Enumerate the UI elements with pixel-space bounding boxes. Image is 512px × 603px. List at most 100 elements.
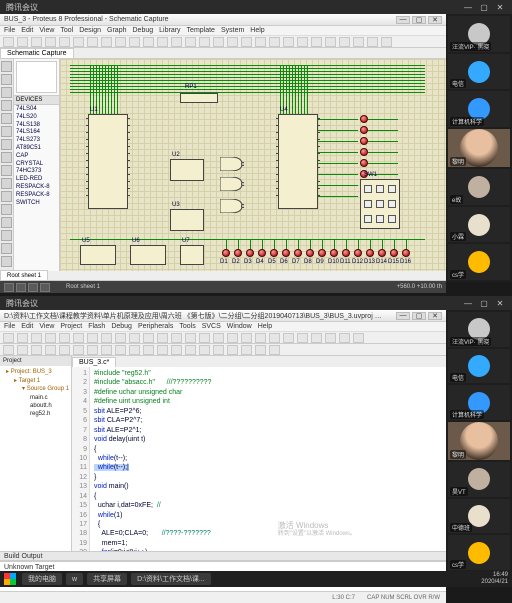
menu-design[interactable]: Design bbox=[79, 27, 101, 34]
device-item[interactable]: 74HC373 bbox=[16, 168, 57, 176]
mode-button[interactable] bbox=[1, 152, 12, 163]
toolbar-button[interactable] bbox=[31, 333, 42, 343]
toolbar-button[interactable] bbox=[367, 37, 378, 47]
toolbar-button[interactable] bbox=[227, 333, 238, 343]
tab-root-sheet[interactable]: Root sheet 1 bbox=[0, 270, 48, 280]
menu-project[interactable]: Project bbox=[60, 323, 82, 330]
toolbar-button[interactable] bbox=[143, 37, 154, 47]
mode-button[interactable] bbox=[1, 230, 12, 241]
participant-tile[interactable]: 汪流VIP· 黑晓 bbox=[448, 312, 510, 347]
schematic-canvas[interactable]: U1U4RP1U2U3U5U6U7SW1D1D2D3D4D5D6D7D8D9D1… bbox=[60, 59, 446, 271]
toolbar-button[interactable] bbox=[199, 345, 210, 355]
toolbar-button[interactable] bbox=[157, 345, 168, 355]
sim-pause-button[interactable] bbox=[28, 283, 38, 292]
menu-file[interactable]: File bbox=[4, 27, 15, 34]
device-item[interactable]: RESPACK-8 bbox=[16, 192, 57, 200]
toolbar-button[interactable] bbox=[171, 345, 182, 355]
menu-help[interactable]: Help bbox=[258, 323, 272, 330]
toolbar-button[interactable] bbox=[115, 345, 126, 355]
sim-step-button[interactable] bbox=[16, 283, 26, 292]
device-item[interactable]: 74LS138 bbox=[16, 122, 57, 130]
toolbar-button[interactable] bbox=[31, 345, 42, 355]
maximize-button[interactable]: ▢ bbox=[412, 312, 426, 320]
participant-tile[interactable]: 黎明 bbox=[448, 129, 510, 167]
toolbar-button[interactable] bbox=[73, 37, 84, 47]
proteus-toolbar[interactable] bbox=[0, 36, 446, 48]
uvision-toolbar-1[interactable] bbox=[0, 332, 446, 344]
menu-edit[interactable]: Edit bbox=[21, 323, 33, 330]
device-item[interactable]: 74LS20 bbox=[16, 114, 57, 122]
proteus-menubar[interactable]: FileEditViewToolDesignGraphDebugLibraryT… bbox=[0, 26, 446, 36]
mode-button[interactable] bbox=[1, 139, 12, 150]
toolbar-button[interactable] bbox=[17, 333, 28, 343]
toolbar-button[interactable] bbox=[227, 37, 238, 47]
menu-window[interactable]: Window bbox=[227, 323, 252, 330]
mode-button[interactable] bbox=[1, 243, 12, 254]
participant-tile[interactable]: 计算机科学 bbox=[448, 385, 510, 420]
sim-play-button[interactable] bbox=[4, 283, 14, 292]
toolbar-button[interactable] bbox=[45, 345, 56, 355]
menu-help[interactable]: Help bbox=[250, 27, 264, 34]
toolbar-button[interactable] bbox=[31, 37, 42, 47]
start-button[interactable] bbox=[4, 573, 16, 585]
toolbar-button[interactable] bbox=[199, 333, 210, 343]
toolbar-button[interactable] bbox=[185, 37, 196, 47]
tree-group[interactable]: ▾ Source Group 1 bbox=[2, 385, 69, 393]
toolbar-button[interactable] bbox=[3, 345, 14, 355]
toolbar-button[interactable] bbox=[269, 333, 280, 343]
toolbar-button[interactable] bbox=[171, 333, 182, 343]
toolbar-button[interactable] bbox=[269, 345, 280, 355]
minimize-button[interactable]: — bbox=[462, 298, 474, 308]
toolbar-button[interactable] bbox=[297, 333, 308, 343]
toolbar-button[interactable] bbox=[199, 37, 210, 47]
windows-taskbar[interactable]: 我的电脑w共享屏幕D:\资料\工作文档\课... 16:492020/4/21 bbox=[0, 571, 512, 587]
device-item[interactable]: 74LS164 bbox=[16, 129, 57, 137]
uvision-menubar[interactable]: FileEditViewProjectFlashDebugPeripherals… bbox=[0, 322, 446, 332]
toolbar-button[interactable] bbox=[227, 345, 238, 355]
tree-file[interactable]: aboutt.h bbox=[2, 402, 69, 410]
toolbar-button[interactable] bbox=[59, 37, 70, 47]
menu-graph[interactable]: Graph bbox=[107, 27, 126, 34]
mode-button[interactable] bbox=[1, 217, 12, 228]
toolbar-button[interactable] bbox=[101, 345, 112, 355]
toolbar-button[interactable] bbox=[241, 345, 252, 355]
toolbar-button[interactable] bbox=[283, 333, 294, 343]
toolbar-button[interactable] bbox=[241, 37, 252, 47]
toolbar-button[interactable] bbox=[157, 37, 168, 47]
toolbar-button[interactable] bbox=[213, 37, 224, 47]
mode-button[interactable] bbox=[1, 74, 12, 85]
toolbar-button[interactable] bbox=[353, 333, 364, 343]
menu-peripherals[interactable]: Peripherals bbox=[138, 323, 173, 330]
toolbar-button[interactable] bbox=[73, 333, 84, 343]
toolbar-button[interactable] bbox=[143, 345, 154, 355]
tree-target[interactable]: ▸ Target 1 bbox=[2, 377, 69, 385]
menu-file[interactable]: File bbox=[4, 323, 15, 330]
toolbar-button[interactable] bbox=[115, 37, 126, 47]
device-item[interactable]: RESPACK-8 bbox=[16, 184, 57, 192]
participant-tile[interactable]: 昊VT bbox=[448, 462, 510, 497]
toolbar-button[interactable] bbox=[269, 37, 280, 47]
toolbar-button[interactable] bbox=[87, 333, 98, 343]
taskbar-item[interactable]: D:\资料\工作文档\课... bbox=[131, 573, 211, 585]
maximize-button[interactable]: ▢ bbox=[478, 2, 490, 12]
source-text[interactable]: #include "reg52.h"#include "absacc.h" //… bbox=[90, 367, 446, 551]
toolbar-button[interactable] bbox=[213, 333, 224, 343]
toolbar-button[interactable] bbox=[87, 345, 98, 355]
menu-debug[interactable]: Debug bbox=[133, 27, 154, 34]
mode-button[interactable] bbox=[1, 100, 12, 111]
device-item[interactable]: SWITCH bbox=[16, 200, 57, 208]
close-button[interactable]: ✕ bbox=[494, 298, 506, 308]
uvision-titlebar[interactable]: D:\资料\工作文档\课程教学资料\单片机原理及应用\周六班 《第七版》\二分组… bbox=[0, 310, 446, 322]
toolbar-button[interactable] bbox=[171, 37, 182, 47]
code-area[interactable]: 1234567891011121314151617181920212223242… bbox=[72, 367, 446, 551]
taskbar-item[interactable]: w bbox=[66, 573, 83, 585]
toolbar-button[interactable] bbox=[3, 333, 14, 343]
maximize-button[interactable]: ▢ bbox=[478, 298, 490, 308]
toolbar-button[interactable] bbox=[311, 333, 322, 343]
toolbar-button[interactable] bbox=[17, 37, 28, 47]
toolbar-button[interactable] bbox=[185, 345, 196, 355]
proteus-titlebar[interactable]: BUS_3 - Proteus 8 Professional - Schemat… bbox=[0, 14, 446, 26]
device-item[interactable]: AT89C51 bbox=[16, 145, 57, 153]
toolbar-button[interactable] bbox=[129, 37, 140, 47]
toolbar-button[interactable] bbox=[255, 345, 266, 355]
